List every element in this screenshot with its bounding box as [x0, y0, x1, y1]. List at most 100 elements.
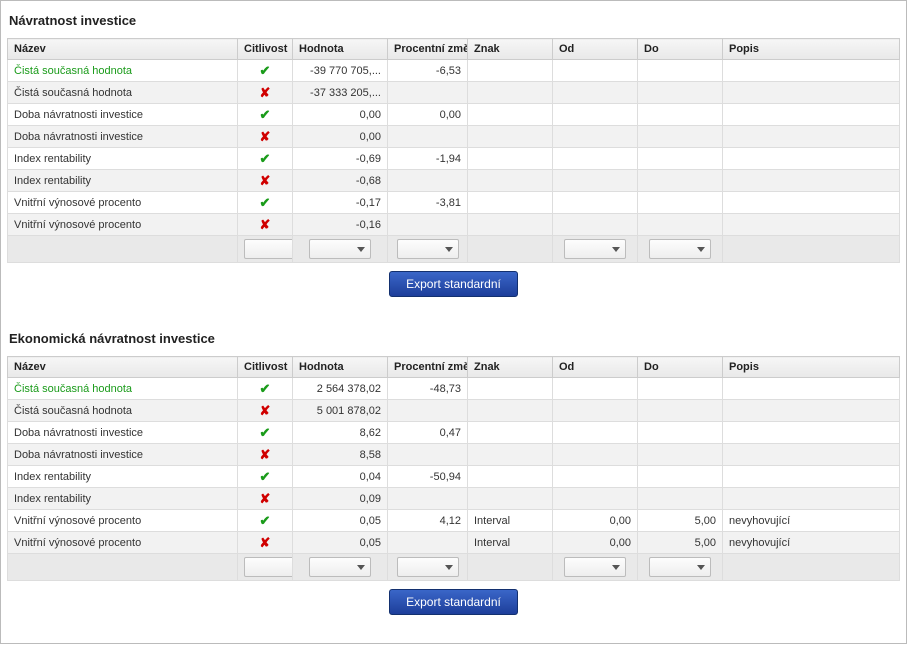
col-znak[interactable]: Znak	[468, 357, 553, 378]
cell-znak	[468, 148, 553, 170]
table-row[interactable]: Index rentability✘-0,68	[8, 170, 900, 192]
col-procentni-zmena[interactable]: Procentní změna	[388, 357, 468, 378]
cell-znak	[468, 170, 553, 192]
filter-hodnota[interactable]	[309, 557, 371, 577]
col-nazev[interactable]: Název	[8, 39, 238, 60]
cell-popis	[723, 126, 900, 148]
cell-znak	[468, 126, 553, 148]
section-title-1: Ekonomická návratnost investice	[7, 325, 900, 356]
table-header-row: Název Citlivost Hodnota Procentní změna …	[8, 357, 900, 378]
cell-nazev: Čistá současná hodnota	[8, 378, 238, 400]
check-icon: ✔	[260, 63, 271, 78]
cell-popis	[723, 82, 900, 104]
cell-procentni-zmena	[388, 126, 468, 148]
check-icon: ✔	[260, 513, 271, 528]
cell-citlivost: ✘	[238, 444, 293, 466]
cell-do	[638, 214, 723, 236]
col-citlivost[interactable]: Citlivost	[238, 357, 293, 378]
cell-nazev: Index rentability	[8, 170, 238, 192]
cell-hodnota: 0,05	[293, 532, 388, 554]
table-row[interactable]: Čistá současná hodnota✘5 001 878,02	[8, 400, 900, 422]
table-row[interactable]: Doba návratnosti investice✘0,00	[8, 126, 900, 148]
cell-do	[638, 444, 723, 466]
table-row[interactable]: Vnitřní výnosové procento✘-0,16	[8, 214, 900, 236]
export-button-0[interactable]: Export standardní	[389, 271, 518, 297]
table-row[interactable]: Doba návratnosti investice✔0,000,00	[8, 104, 900, 126]
col-popis[interactable]: Popis	[723, 39, 900, 60]
col-od[interactable]: Od	[553, 39, 638, 60]
col-procentni-zmena[interactable]: Procentní změna	[388, 39, 468, 60]
cell-od	[553, 104, 638, 126]
table-row[interactable]: Čistá současná hodnota✘-37 333 205,...	[8, 82, 900, 104]
cell-od	[553, 422, 638, 444]
cell-citlivost: ✘	[238, 400, 293, 422]
cell-do	[638, 422, 723, 444]
cell-hodnota: -0,16	[293, 214, 388, 236]
table-row[interactable]: Čistá současná hodnota✔-39 770 705,...-6…	[8, 60, 900, 82]
cell-od	[553, 214, 638, 236]
filter-proc[interactable]	[397, 239, 459, 259]
cell-procentni-zmena	[388, 214, 468, 236]
cell-procentni-zmena: 0,00	[388, 104, 468, 126]
cross-icon: ✘	[260, 173, 271, 188]
col-hodnota[interactable]: Hodnota	[293, 357, 388, 378]
cell-znak: Interval	[468, 510, 553, 532]
filter-od[interactable]	[564, 557, 626, 577]
table-row[interactable]: Doba návratnosti investice✔8,620,47	[8, 422, 900, 444]
cell-od	[553, 148, 638, 170]
cell-nazev: Čistá současná hodnota	[8, 400, 238, 422]
cell-hodnota: 5 001 878,02	[293, 400, 388, 422]
col-do[interactable]: Do	[638, 39, 723, 60]
cell-nazev: Čistá současná hodnota	[8, 60, 238, 82]
col-hodnota[interactable]: Hodnota	[293, 39, 388, 60]
cell-popis	[723, 422, 900, 444]
cell-znak	[468, 214, 553, 236]
check-icon: ✔	[260, 151, 271, 166]
table-row[interactable]: Index rentability✔0,04-50,94	[8, 466, 900, 488]
export-button-1[interactable]: Export standardní	[389, 589, 518, 615]
cell-citlivost: ✘	[238, 82, 293, 104]
cross-icon: ✘	[260, 491, 271, 506]
cell-citlivost: ✔	[238, 60, 293, 82]
cross-icon: ✘	[260, 535, 271, 550]
table-row[interactable]: Vnitřní výnosové procento✔-0,17-3,81	[8, 192, 900, 214]
col-citlivost[interactable]: Citlivost	[238, 39, 293, 60]
col-nazev[interactable]: Název	[8, 357, 238, 378]
col-od[interactable]: Od	[553, 357, 638, 378]
filter-hodnota[interactable]	[309, 239, 371, 259]
cell-od	[553, 488, 638, 510]
cell-popis	[723, 466, 900, 488]
cell-citlivost: ✘	[238, 488, 293, 510]
filter-proc[interactable]	[397, 557, 459, 577]
table-row[interactable]: Vnitřní výnosové procento✘0,05Interval0,…	[8, 532, 900, 554]
col-znak[interactable]: Znak	[468, 39, 553, 60]
filter-citlivost[interactable]	[244, 239, 293, 259]
table-row[interactable]: Doba návratnosti investice✘8,58	[8, 444, 900, 466]
filter-od[interactable]	[564, 239, 626, 259]
cell-procentni-zmena	[388, 532, 468, 554]
filter-do[interactable]	[649, 557, 711, 577]
table-row[interactable]: Index rentability✘0,09	[8, 488, 900, 510]
cell-znak	[468, 82, 553, 104]
cell-do	[638, 148, 723, 170]
table-row[interactable]: Čistá současná hodnota✔2 564 378,02-48,7…	[8, 378, 900, 400]
cell-citlivost: ✔	[238, 510, 293, 532]
filter-do[interactable]	[649, 239, 711, 259]
table-row[interactable]: Index rentability✔-0,69-1,94	[8, 148, 900, 170]
col-do[interactable]: Do	[638, 357, 723, 378]
filter-citlivost[interactable]	[244, 557, 293, 577]
cell-citlivost: ✔	[238, 104, 293, 126]
cell-od	[553, 192, 638, 214]
cell-citlivost: ✔	[238, 192, 293, 214]
cell-znak	[468, 400, 553, 422]
cross-icon: ✘	[260, 129, 271, 144]
cell-hodnota: -0,69	[293, 148, 388, 170]
col-popis[interactable]: Popis	[723, 357, 900, 378]
cell-procentni-zmena: -6,53	[388, 60, 468, 82]
cell-nazev: Vnitřní výnosové procento	[8, 214, 238, 236]
table-row[interactable]: Vnitřní výnosové procento✔0,054,12Interv…	[8, 510, 900, 532]
cell-hodnota: 8,58	[293, 444, 388, 466]
cell-popis	[723, 148, 900, 170]
cell-hodnota: 0,00	[293, 126, 388, 148]
cell-do	[638, 192, 723, 214]
